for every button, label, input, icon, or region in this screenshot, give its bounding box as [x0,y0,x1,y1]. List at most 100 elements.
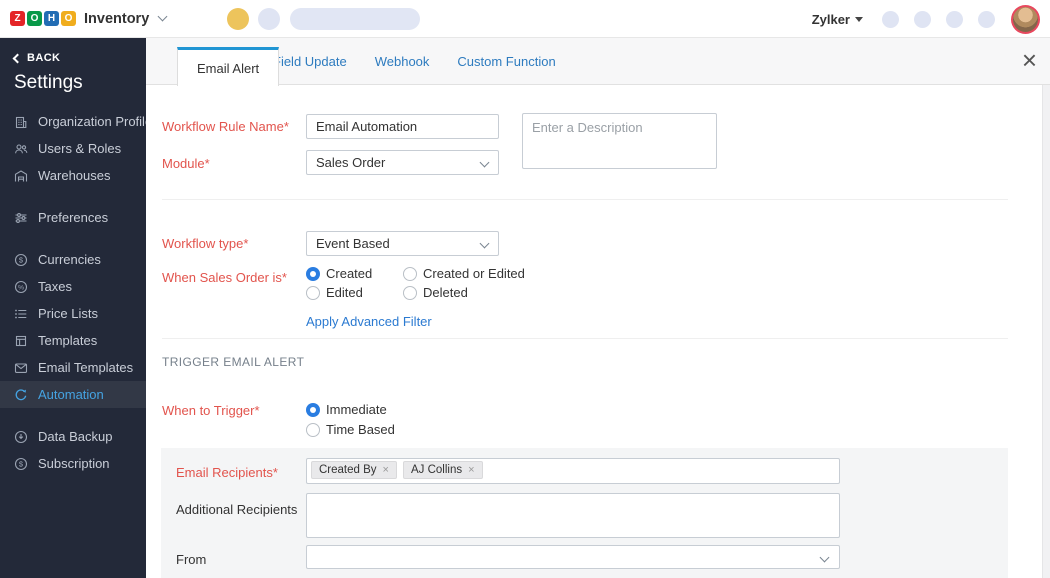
chevron-down-icon [480,239,490,249]
remove-chip-icon[interactable]: × [468,464,474,476]
template-icon [13,333,29,349]
sidebar-item-label: Taxes [38,279,72,294]
toolbar-circle-icon[interactable] [258,8,280,30]
radio-label: Created or Edited [423,266,525,281]
svg-text:$: $ [19,459,24,468]
topbar: Z O H O Inventory Zylker [0,0,1050,38]
chevron-down-icon [820,553,830,563]
when-to-trigger-label: When to Trigger* [162,403,260,418]
svg-text:%: % [18,284,24,291]
divider [162,199,1008,200]
avatar-photo [1013,7,1038,32]
from-label: From [176,552,206,567]
building-icon [13,114,29,130]
sidebar-menu: Organization Profile Users & Roles Wareh… [0,108,146,477]
sidebar-item-templates[interactable]: Templates [0,327,146,354]
list-icon [13,306,29,322]
sidebar-item-label: Users & Roles [38,141,121,156]
percent-icon: % [13,279,29,295]
sidebar-item-label: Warehouses [38,168,111,183]
sidebar-item-label: Subscription [38,456,110,471]
radio-deleted[interactable]: Deleted [403,285,468,300]
workflow-rule-name-input[interactable] [306,114,499,139]
apply-advanced-filter-link[interactable]: Apply Advanced Filter [306,314,432,329]
app-window: Z O H O Inventory Zylker BACK Settin [0,0,1050,578]
workflow-tabbar: Email Alert Field Update Webhook Custom … [146,38,1050,85]
radio-label: Immediate [326,402,387,417]
logo-letter-h: H [44,11,59,26]
user-avatar[interactable] [1011,5,1040,34]
logo-letter-o1: O [27,11,42,26]
topbar-right: Zylker [812,0,1040,38]
radio-created-or-edited[interactable]: Created or Edited [403,266,525,281]
workflow-rule-name-label: Workflow Rule Name* [162,119,289,134]
close-icon[interactable]: × [1022,46,1037,74]
product-name: Inventory [84,11,149,27]
radio-created[interactable]: Created [306,266,372,281]
sliders-icon [13,210,29,226]
warehouse-icon [13,168,29,184]
sidebar-item-preferences[interactable]: Preferences [0,204,146,231]
chip-label: AJ Collins [411,464,462,476]
recipient-chip[interactable]: AJ Collins × [403,461,483,479]
tab-webhook[interactable]: Webhook [361,54,444,69]
vertical-scrollbar[interactable] [1042,85,1050,578]
tab-custom-function[interactable]: Custom Function [443,54,569,69]
recipient-chips: Created By × AJ Collins × [307,459,839,481]
currency-icon: $ [13,252,29,268]
radio-edited[interactable]: Edited [306,285,363,300]
sidebar-item-data-backup[interactable]: Data Backup [0,423,146,450]
tabs-inactive: Field Update Webhook Custom Function [259,38,570,85]
divider [162,338,1008,339]
envelope-icon [13,360,29,376]
module-select[interactable]: Sales Order [306,150,499,175]
chip-label: Created By [319,464,377,476]
org-menu[interactable]: Zylker [812,12,863,27]
topbar-icon-4[interactable] [978,11,995,28]
radio-time-based[interactable]: Time Based [306,422,395,437]
search-bar[interactable] [290,8,420,30]
topbar-icon-2[interactable] [914,11,931,28]
sidebar-item-label: Currencies [38,252,101,267]
additional-recipients-textarea[interactable] [306,493,840,538]
sidebar-item-users-roles[interactable]: Users & Roles [0,135,146,162]
description-textarea[interactable] [522,113,717,169]
zoho-logo[interactable]: Z O H O Inventory [10,11,166,27]
from-select[interactable] [306,545,840,569]
email-recipients-input[interactable]: Created By × AJ Collins × [306,458,840,484]
radio-icon [306,286,320,300]
radio-icon [306,267,320,281]
workflow-type-selected-value: Event Based [316,236,390,251]
sidebar-item-taxes[interactable]: % Taxes [0,273,146,300]
radio-icon [403,286,417,300]
sidebar-item-automation[interactable]: Automation [0,381,146,408]
radio-label: Created [326,266,372,281]
topbar-icon-3[interactable] [946,11,963,28]
sidebar-item-organization-profile[interactable]: Organization Profile [0,108,146,135]
workflow-form: Workflow Rule Name* Module* Sales Order … [146,85,1050,578]
notification-dot-icon[interactable] [227,8,249,30]
recipient-chip[interactable]: Created By × [311,461,397,479]
remove-chip-icon[interactable]: × [383,464,389,476]
trigger-email-alert-heading: TRIGGER EMAIL ALERT [162,355,304,369]
sidebar-item-email-templates[interactable]: Email Templates [0,354,146,381]
chevron-down-icon[interactable] [158,12,168,22]
tab-email-alert[interactable]: Email Alert [177,47,279,86]
sidebar-item-subscription[interactable]: $ Subscription [0,450,146,477]
workflow-type-select[interactable]: Event Based [306,231,499,256]
radio-icon [403,267,417,281]
sidebar-item-warehouses[interactable]: Warehouses [0,162,146,189]
svg-text:$: $ [19,255,24,264]
sidebar-item-currencies[interactable]: $ Currencies [0,246,146,273]
users-icon [13,141,29,157]
sidebar-item-price-lists[interactable]: Price Lists [0,300,146,327]
radio-label: Time Based [326,422,395,437]
sidebar-item-label: Organization Profile [38,114,152,129]
radio-icon [306,403,320,417]
radio-immediate[interactable]: Immediate [306,402,387,417]
radio-label: Deleted [423,285,468,300]
back-button[interactable]: BACK [0,38,146,64]
additional-recipients-label: Additional Recipients [176,502,297,517]
sidebar-item-label: Price Lists [38,306,98,321]
topbar-icon-1[interactable] [882,11,899,28]
